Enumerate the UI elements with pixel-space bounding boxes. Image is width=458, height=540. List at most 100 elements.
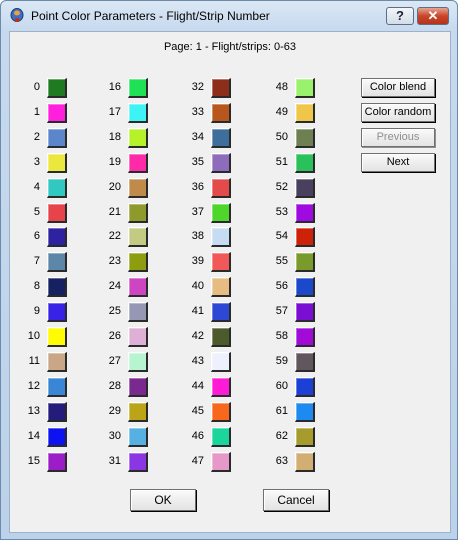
color-swatch-button[interactable] [295,178,315,198]
color-swatch-button[interactable] [211,327,231,347]
color-swatch-button[interactable] [211,427,231,447]
color-swatch-button[interactable] [47,377,67,397]
previous-button[interactable]: Previous [361,128,435,147]
color-swatch-button[interactable] [211,352,231,372]
color-number-label: 2 [33,131,40,143]
color-item: 23 [99,252,155,272]
color-number-label: 62 [275,430,288,442]
color-swatch-button[interactable] [211,103,231,123]
color-item: 58 [266,327,322,347]
color-swatch-button[interactable] [211,227,231,247]
color-swatch-button[interactable] [47,402,67,422]
color-number-label: 3 [33,156,40,168]
color-item: 43 [182,352,238,372]
color-swatch-button[interactable] [211,203,231,223]
color-swatch-button[interactable] [47,352,67,372]
color-swatch-button[interactable] [47,427,67,447]
color-swatch-button[interactable] [211,302,231,322]
color-swatch-button[interactable] [295,103,315,123]
color-swatch-button[interactable] [47,227,67,247]
color-number-label: 56 [275,280,288,292]
color-number-label: 53 [275,206,288,218]
color-swatch-button[interactable] [128,227,148,247]
color-item: 0 [18,78,74,98]
color-swatch-button[interactable] [295,327,315,347]
color-swatch-button[interactable] [295,227,315,247]
close-button[interactable]: ✕ [417,7,449,25]
color-swatch-button[interactable] [47,128,67,148]
color-swatch-button[interactable] [295,153,315,173]
color-item: 29 [99,402,155,422]
color-swatch-button[interactable] [128,78,148,98]
color-swatch-button[interactable] [47,203,67,223]
color-swatch-button[interactable] [128,252,148,272]
color-swatch-button[interactable] [128,327,148,347]
color-swatch-button[interactable] [211,128,231,148]
color-swatch-button[interactable] [128,203,148,223]
next-button[interactable]: Next [361,153,435,172]
color-swatch-button[interactable] [47,277,67,297]
color-swatch-button[interactable] [47,252,67,272]
color-swatch-button[interactable] [211,78,231,98]
color-number-label: 24 [108,280,121,292]
color-swatch-button[interactable] [211,252,231,272]
color-item: 40 [182,277,238,297]
color-swatch-button[interactable] [211,452,231,472]
color-random-button[interactable]: Color random [361,103,435,122]
color-swatch-button[interactable] [128,178,148,198]
color-swatch-button[interactable] [295,252,315,272]
color-number-label: 4 [33,181,40,193]
color-swatch-button[interactable] [295,277,315,297]
color-swatch-button[interactable] [211,402,231,422]
color-number-label: 25 [108,305,121,317]
color-swatch-button[interactable] [295,352,315,372]
color-swatch-button[interactable] [47,452,67,472]
color-swatch-button[interactable] [211,277,231,297]
color-number-label: 58 [275,330,288,342]
color-item: 6 [18,227,74,247]
color-swatch-button[interactable] [295,78,315,98]
color-number-label: 45 [191,405,204,417]
color-swatch-button[interactable] [211,377,231,397]
color-swatch-button[interactable] [211,178,231,198]
color-swatch-button[interactable] [47,103,67,123]
color-number-label: 6 [33,230,40,242]
color-item: 22 [99,227,155,247]
color-swatch-button[interactable] [128,352,148,372]
color-number-label: 60 [275,380,288,392]
color-swatch-button[interactable] [295,402,315,422]
color-swatch-button[interactable] [47,302,67,322]
color-swatch-button[interactable] [211,153,231,173]
color-number-label: 57 [275,305,288,317]
color-swatch-button[interactable] [128,277,148,297]
color-number-label: 59 [275,355,288,367]
color-swatch-button[interactable] [47,153,67,173]
color-swatch-button[interactable] [128,377,148,397]
help-button[interactable]: ? [386,7,414,25]
color-swatch-button[interactable] [295,302,315,322]
color-item: 5 [18,203,74,223]
color-swatch-button[interactable] [128,427,148,447]
color-swatch-button[interactable] [128,302,148,322]
cancel-button[interactable]: Cancel [263,489,329,511]
color-swatch-button[interactable] [295,452,315,472]
color-swatch-button[interactable] [128,402,148,422]
color-item: 20 [99,178,155,198]
color-item: 11 [18,352,74,372]
color-swatch-button[interactable] [128,153,148,173]
color-swatch-button[interactable] [128,452,148,472]
color-swatch-button[interactable] [128,128,148,148]
color-swatch-button[interactable] [47,327,67,347]
color-swatch-button[interactable] [295,203,315,223]
color-swatch-button[interactable] [295,427,315,447]
color-swatch-button[interactable] [295,377,315,397]
color-swatch-button[interactable] [295,128,315,148]
title-bar[interactable]: Point Color Parameters - Flight/Strip Nu… [1,1,457,31]
color-item: 33 [182,103,238,123]
ok-button[interactable]: OK [130,489,196,511]
color-number-label: 44 [191,380,204,392]
color-swatch-button[interactable] [47,178,67,198]
color-swatch-button[interactable] [47,78,67,98]
color-blend-button[interactable]: Color blend [361,78,435,97]
color-swatch-button[interactable] [128,103,148,123]
